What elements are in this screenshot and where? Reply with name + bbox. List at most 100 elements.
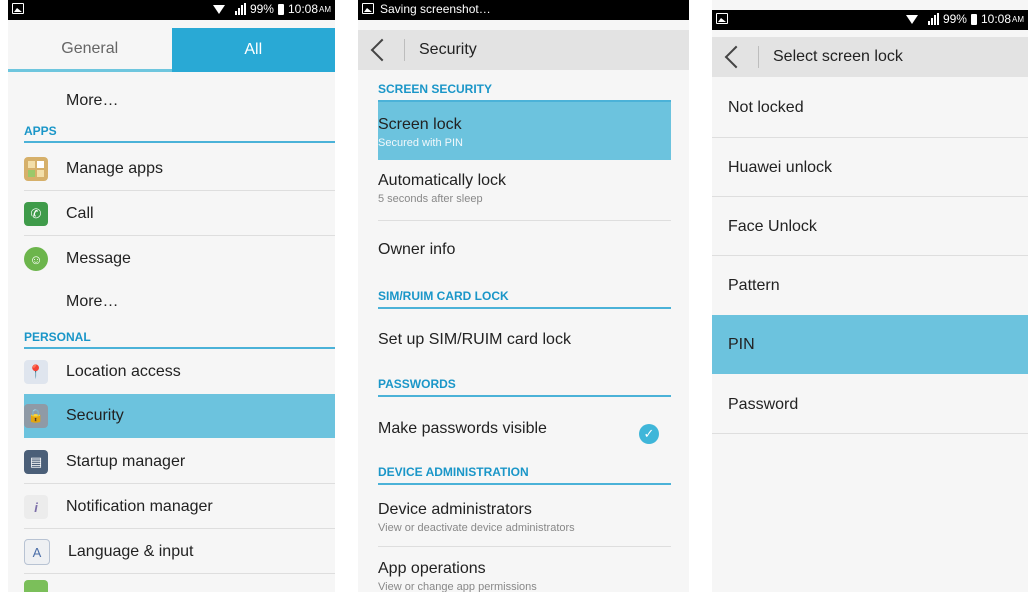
list-item-label: Security: [66, 407, 124, 424]
option-label: Not locked: [728, 98, 804, 116]
list-item-notification-manager[interactable]: i Notification manager: [24, 489, 335, 525]
make-passwords-visible-item[interactable]: Make passwords visible ✓: [378, 420, 671, 446]
backup-icon: [24, 580, 48, 592]
signal-icon: [234, 3, 246, 15]
option-password[interactable]: Password: [712, 375, 1028, 434]
status-bar: Saving screenshot…: [358, 0, 689, 20]
check-icon[interactable]: ✓: [639, 424, 659, 444]
wifi-icon: [905, 14, 918, 24]
status-right: 99% 10:08 AM: [905, 12, 1024, 26]
screenshot-icon: [716, 13, 728, 24]
back-icon[interactable]: [724, 45, 748, 69]
list-item-location-access[interactable]: 📍 Location access: [24, 354, 335, 390]
tab-all[interactable]: All: [171, 28, 335, 72]
screenshot-icon: [12, 3, 24, 14]
option-face-unlock[interactable]: Face Unlock: [712, 197, 1028, 256]
divider: [24, 190, 335, 191]
section-header-screen-security: SCREEN SECURITY: [378, 82, 671, 102]
clock-ampm: AM: [1012, 14, 1024, 24]
option-label: Password: [728, 395, 799, 413]
item-title: Automatically lock: [378, 172, 507, 189]
screenshot-icon: [362, 3, 374, 14]
divider: [378, 546, 671, 547]
manage-apps-icon: [24, 157, 48, 181]
list-item-startup-manager[interactable]: ▤ Startup manager: [24, 444, 335, 480]
item-title: App operations: [378, 560, 486, 577]
divider: [24, 528, 335, 529]
clock: 10:08: [980, 12, 1011, 26]
option-not-locked[interactable]: Not locked: [712, 78, 1028, 137]
divider: [712, 433, 1028, 434]
action-bar: Security: [358, 30, 689, 70]
section-header-device-admin: DEVICE ADMINISTRATION: [378, 465, 671, 485]
screen-lock-item[interactable]: Screen lock Secured with PIN: [378, 102, 671, 160]
message-icon: ☺: [24, 247, 48, 271]
status-bar: 99% 10:08 AM: [712, 10, 1028, 30]
security-screen: Saving screenshot… Security SCREEN SECUR…: [358, 0, 689, 592]
tab-general[interactable]: General: [8, 28, 172, 72]
item-title: Set up SIM/RUIM card lock: [378, 331, 571, 348]
list-item-language-input[interactable]: A Language & input: [24, 534, 335, 570]
option-label: Face Unlock: [728, 217, 817, 235]
call-icon: ✆: [24, 202, 48, 226]
settings-screen: 99% 10:08 AM General All More… APPS Mana…: [8, 0, 335, 592]
list-item-label: Language & input: [68, 543, 194, 560]
status-text: Saving screenshot…: [380, 2, 491, 16]
status-right: 99% 10:08 AM: [212, 2, 331, 16]
list-item-label: Manage apps: [66, 160, 163, 177]
section-header-apps: APPS: [24, 124, 335, 143]
item-title: Device administrators: [378, 501, 532, 518]
option-pattern[interactable]: Pattern: [712, 256, 1028, 315]
wifi-icon: [212, 4, 225, 14]
sim-lock-item[interactable]: Set up SIM/RUIM card lock: [378, 331, 671, 349]
list-item-partial[interactable]: [24, 580, 335, 592]
device-administrators-item[interactable]: Device administrators View or deactivate…: [378, 501, 671, 534]
location-icon: 📍: [24, 360, 48, 384]
section-header-sim-lock: SIM/RUIM CARD LOCK: [378, 289, 671, 309]
option-huawei-unlock[interactable]: Huawei unlock: [712, 138, 1028, 197]
list-item-label: Startup manager: [66, 453, 186, 470]
battery-percent: 99%: [249, 2, 274, 16]
divider: [24, 483, 335, 484]
page-title: Security: [419, 41, 477, 58]
notification-icon: i: [24, 495, 48, 519]
list-item-label: Notification manager: [66, 498, 213, 515]
lock-icon: 🔒: [24, 404, 48, 428]
app-operations-item[interactable]: App operations View or change app permis…: [378, 560, 671, 592]
list-item-label: More…: [66, 92, 119, 109]
page-title: Select screen lock: [773, 48, 903, 65]
clock-ampm: AM: [319, 4, 331, 14]
item-subtitle: Secured with PIN: [378, 137, 463, 149]
owner-info-item[interactable]: Owner info: [378, 241, 671, 259]
list-item-more-apps[interactable]: More…: [66, 289, 335, 315]
auto-lock-item[interactable]: Automatically lock 5 seconds after sleep: [378, 172, 671, 205]
select-screen-lock-screen: 99% 10:08 AM Select screen lock Not lock…: [712, 0, 1028, 592]
list-item-call[interactable]: ✆ Call: [24, 196, 335, 232]
list-item-label: More…: [66, 293, 119, 310]
action-bar: Select screen lock: [712, 37, 1028, 77]
option-label: Pattern: [728, 276, 780, 294]
status-bar: 99% 10:08 AM: [8, 0, 335, 20]
battery-icon: [277, 3, 284, 15]
item-title: Owner info: [378, 241, 456, 258]
settings-tabs: General All: [8, 28, 335, 72]
option-label: Huawei unlock: [728, 158, 833, 176]
back-icon[interactable]: [370, 38, 394, 62]
option-pin[interactable]: PIN: [712, 315, 1028, 374]
list-item-manage-apps[interactable]: Manage apps: [24, 151, 335, 187]
section-header-personal: PERSONAL: [24, 330, 335, 349]
item-subtitle: View or deactivate device administrators: [378, 522, 575, 534]
tab-general-label: General: [61, 39, 119, 57]
battery-percent: 99%: [942, 12, 967, 26]
item-subtitle: View or change app permissions: [378, 581, 537, 592]
option-label: PIN: [728, 335, 755, 353]
list-item-security[interactable]: 🔒 Security: [24, 394, 335, 438]
language-icon: A: [24, 539, 50, 565]
list-item-more-top[interactable]: More…: [66, 88, 335, 114]
item-subtitle: 5 seconds after sleep: [378, 193, 483, 205]
divider: [404, 39, 405, 61]
signal-icon: [927, 13, 939, 25]
divider: [24, 235, 335, 236]
item-title: Screen lock: [378, 116, 462, 133]
list-item-message[interactable]: ☺ Message: [24, 241, 335, 277]
